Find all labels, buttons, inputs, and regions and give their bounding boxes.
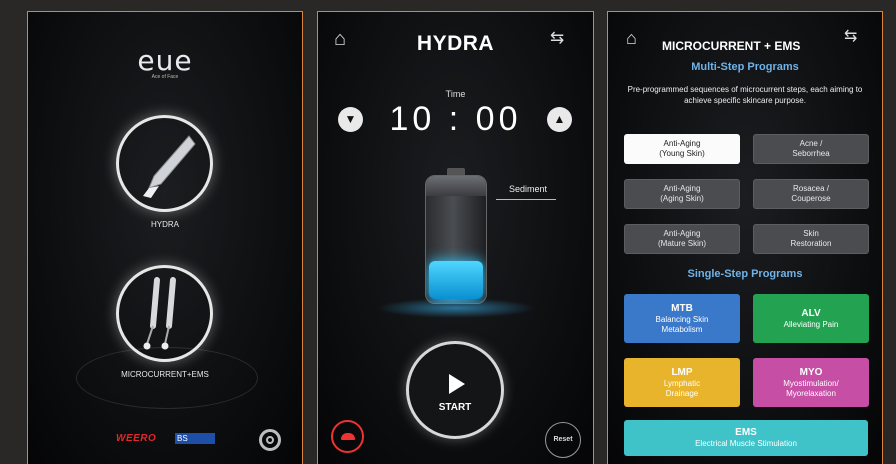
hydra-handpiece-icon bbox=[143, 135, 196, 198]
single-program-alv-button[interactable]: ALV Alleviating Pain bbox=[753, 294, 869, 343]
start-button[interactable]: START bbox=[406, 341, 504, 439]
tank-cap bbox=[447, 168, 465, 175]
start-label: START bbox=[438, 402, 472, 413]
hydra-mode-label: HYDRA bbox=[150, 220, 179, 229]
multi-program-button[interactable]: Rosacea / Couperose bbox=[753, 179, 869, 209]
play-icon bbox=[449, 374, 465, 394]
program-description: Lymphatic bbox=[663, 378, 701, 388]
program-description: Metabolism bbox=[661, 324, 703, 334]
switch-icon[interactable]: ⇆ bbox=[550, 28, 564, 48]
multi-program-label: Anti-Aging (Young Skin) bbox=[659, 139, 705, 158]
tank-glow bbox=[376, 298, 536, 318]
single-program-ems-button[interactable]: EMS Electrical Muscle Stimulation bbox=[624, 420, 868, 456]
multi-program-button[interactable]: Anti-Aging (Aging Skin) bbox=[624, 179, 740, 209]
program-description: Myorelaxation bbox=[786, 388, 836, 398]
single-program-myo-button[interactable]: MYO Myostimulation/Myorelaxation bbox=[753, 358, 869, 407]
program-description: Drainage bbox=[665, 388, 699, 398]
multi-program-label: Anti-Aging (Aging Skin) bbox=[660, 184, 704, 203]
switch-icon[interactable]: ⇆ bbox=[844, 26, 857, 46]
multi-program-label: Rosacea / Couperose bbox=[791, 184, 831, 203]
eue-logo: eue bbox=[137, 44, 193, 77]
multi-step-heading: Multi-Step Programs bbox=[691, 61, 799, 73]
weero-brand-logo: WEERO bbox=[116, 433, 157, 444]
multi-step-description: Pre-programmed sequences of microcurrent… bbox=[627, 85, 863, 105]
sediment-pointer-line bbox=[496, 199, 556, 200]
multi-program-label: Acne / Seborrhea bbox=[792, 139, 830, 158]
hydra-mode-button[interactable] bbox=[116, 115, 213, 212]
page-title: MICROCURRENT + EMS bbox=[662, 39, 801, 53]
multi-program-button[interactable]: Anti-Aging (Young Skin) bbox=[624, 134, 740, 164]
program-code: EMS bbox=[735, 427, 757, 438]
program-description: Myostimulation/ bbox=[783, 378, 839, 388]
multi-program-button[interactable]: Skin Restoration bbox=[753, 224, 869, 254]
stop-drain-icon[interactable] bbox=[331, 420, 364, 453]
sediment-label: Sediment bbox=[509, 184, 548, 194]
program-description: Alleviating Pain bbox=[783, 319, 839, 329]
single-program-mtb-button[interactable]: MTB Balancing Skin Metabolism bbox=[624, 294, 740, 343]
program-description: Electrical Muscle Stimulation bbox=[695, 439, 797, 448]
reset-button[interactable]: Reset bbox=[545, 422, 581, 458]
time-increase-button[interactable]: ▲ bbox=[547, 107, 572, 132]
program-code: MYO bbox=[799, 366, 823, 378]
home-screen-panel: eue Ace of Face HYDRA MICROCURRENT+EMS W… bbox=[27, 11, 303, 464]
hydra-screen-panel: ⌂ HYDRA ⇆ Time ▼ 10 : 00 ▲ Sediment STAR… bbox=[317, 11, 594, 464]
program-code: LMP bbox=[671, 366, 693, 378]
single-program-lmp-button[interactable]: LMP Lymphatic Drainage bbox=[624, 358, 740, 407]
multi-program-button[interactable]: Acne / Seborrhea bbox=[753, 134, 869, 164]
water-ripple-decoration bbox=[76, 347, 258, 409]
settings-gear-icon[interactable] bbox=[259, 429, 281, 451]
program-code: MTB bbox=[671, 302, 693, 314]
multi-program-label: Skin Restoration bbox=[790, 229, 832, 248]
partner-brand-logo: BS bbox=[175, 433, 215, 444]
microcurrent-probes-icon bbox=[143, 277, 176, 350]
time-label: Time bbox=[445, 89, 466, 99]
microcurrent-ems-screen-panel: ⌂ MICROCURRENT + EMS ⇆ Multi-Step Progra… bbox=[607, 11, 883, 464]
home-icon[interactable]: ⌂ bbox=[626, 28, 637, 49]
tank-body bbox=[425, 175, 487, 304]
multi-program-label: Anti-Aging (Mature Skin) bbox=[657, 229, 706, 248]
tank-fill-level bbox=[429, 260, 483, 299]
sediment-tank-gauge bbox=[425, 168, 487, 304]
program-code: ALV bbox=[801, 307, 821, 319]
program-description: Balancing Skin bbox=[655, 314, 709, 324]
logo-tagline: Ace of Face bbox=[151, 74, 179, 80]
multi-program-button[interactable]: Anti-Aging (Mature Skin) bbox=[624, 224, 740, 254]
single-step-heading: Single-Step Programs bbox=[687, 268, 803, 280]
